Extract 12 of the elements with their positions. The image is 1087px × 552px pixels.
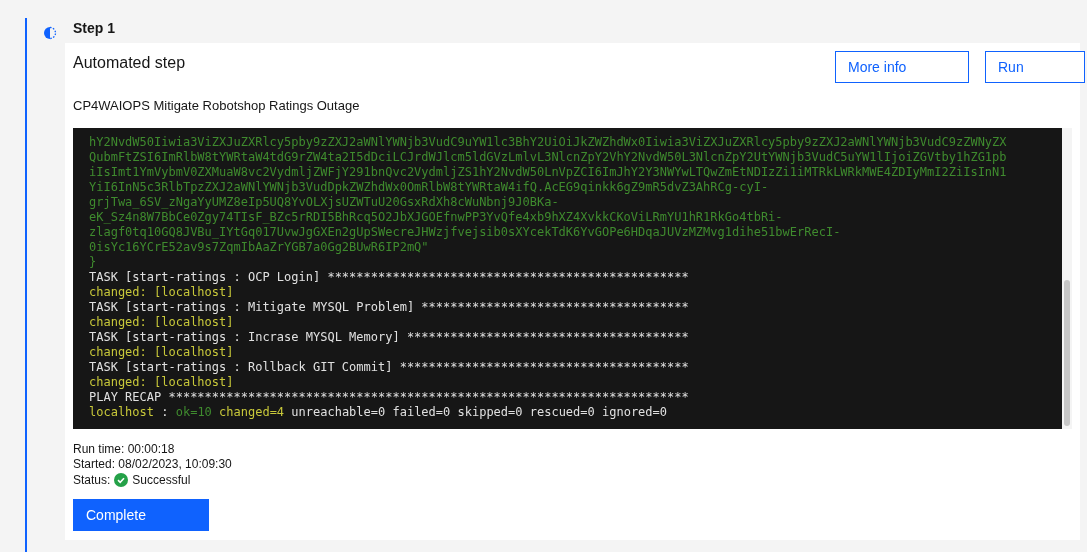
run-time-text: Run time: 00:00:18	[73, 442, 176, 457]
more-info-button[interactable]: More info	[835, 51, 969, 83]
card-heading: Automated step	[73, 53, 186, 72]
run-button[interactable]: Run	[985, 51, 1085, 83]
terminal-output: hY2NvdW50Iiwia3ViZXJuZXRlcy5pby9zZXJ2aWNlYWNjb3VudC9uYW1lc3BhY2UiOiJkZWZhdWx0Iiwia3ViZXJuZXRlcy5pby9zZXJ2aWNlYWNjb3VudC9zZWNyZX QubmFtZSI6ImRlbW8tYWRtaW4tdG9rZW4ta2I5dDciLCJrdWJlcm5ldGVzLmlvL3NlcnZpY2VhY2NvdW50L3NlcnZpY2UtYWNjb3VudC5uYW1lIjoiZGVtby1hZG1pb iIsImt1YmVybmV0ZXMuaW8vc2VydmljZWFjY291bnQvc2VydmljZS1hY2NvdW50LnVpZCI6ImJhY2Y3NWYwLTQwZmEtNDIzZi1iMTRkLWRkMWE4ZDIyMmI2ZiIsInN1 YiI6InN5c3RlbTpzZXJ2aWNlYWNjb3VudDpkZWZhdWx0OmRlbW8tYWRtaW4ifQ.AcEG9qinkk6gZ9mR5dvZ3AhRCg-cyI- grjTwa_6SV_zNgaYyUMZ8eIp5UQ8YvOLXjsUZWTuU20GsxRdXh8cWuNbnj9J0BKa- eK_Sz4n8W7BbCe0Zgy74TIsF_BZc5rRDI5BhRcq5O2JbXJGOEfnwPP3YvQfe4xb9hXZ4XvkkCKoViLRmYU1hR1RkGo4tbRi- zlagf0tq10GQ8JVBu_IYtGq017UvwJgGXEn2gUpSWecreJHWzjfvejsib0sXYcekTdK6YvGOPe6HDqaJUVzMZMvg1dihe51bwErRecI- 0isYc16YCrE52av9s7ZqmIbAaZrYGB7a0Gg2BUwR6IP2mQ" } TASK [start-ratings : OCP Login] ************************************************** changed: [localhost] TASK [start-ratings : Mitigate MYSQL Problem] ************************************* changed: [localhost] TASK [start-ratings : Incrase MYSQL Memory] *************************************** changed: [localhost] TASK [start-ratings : Rollback GIT Commit] **************************************** changed: [localhost] PLAY RECAP ************************************************************************ localhost : ok=10 changed=4 unreachable=0 failed=0 skipped=0 rescued=0 ignored=0	[73, 128, 1062, 429]
step-title: Step 1	[72, 19, 116, 38]
status-label: Status:	[73, 472, 111, 488]
started-text: Started: 08/02/2023, 10:09:30	[73, 457, 233, 472]
automation-description: CP4WAIOPS Mitigate Robotshop Ratings Outage	[73, 98, 361, 113]
complete-button[interactable]: Complete	[73, 499, 209, 531]
status-value: Successful	[132, 472, 191, 488]
scrollbar[interactable]	[1062, 128, 1072, 429]
